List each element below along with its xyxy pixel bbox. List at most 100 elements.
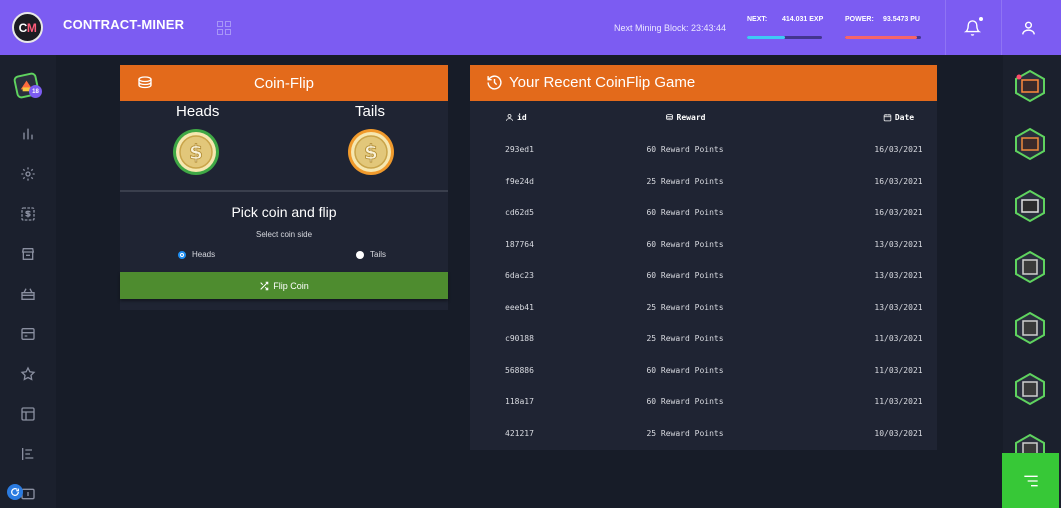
reward-cell: 60 Reward Points — [646, 145, 724, 155]
miner-item-icon[interactable] — [1013, 372, 1047, 406]
exp-progress-bar — [747, 36, 822, 39]
heads-radio[interactable]: Heads — [178, 250, 215, 259]
top-bar: CM CONTRACT-MINER Next Mining Block: 23:… — [0, 0, 1061, 55]
date-cell: 16/03/2021 — [874, 145, 923, 155]
column-header-reward: Reward — [580, 101, 790, 134]
bell-icon[interactable] — [964, 19, 981, 37]
game-id-cell: f9e24d — [505, 176, 534, 186]
table-row: 187764 60 Reward Points 13/03/2021 — [470, 229, 937, 261]
coin-flip-title: Coin-Flip — [253, 75, 314, 92]
column-header-id-label: id — [517, 113, 527, 122]
flip-coin-button[interactable]: Flip Coin — [120, 272, 448, 299]
reward-cell: 25 Reward Points — [646, 334, 724, 344]
tails-radio[interactable]: Tails — [356, 250, 386, 259]
reward-cell: 60 Reward Points — [646, 271, 724, 281]
star-icon[interactable] — [20, 366, 36, 382]
app-logo[interactable]: CM — [12, 12, 43, 43]
align-left-icon[interactable] — [20, 446, 36, 462]
right-sidebar — [1003, 55, 1061, 508]
apps-grid-icon[interactable] — [217, 21, 231, 35]
recent-games-table: id Reward Date 293ed1 60 Reward Points 16/… — [470, 101, 937, 449]
miner-item-icon[interactable] — [1013, 311, 1047, 345]
store-icon[interactable] — [20, 246, 36, 262]
tails-radio-label: Tails — [370, 250, 387, 259]
date-cell: 13/03/2021 — [874, 271, 923, 281]
next-exp-label: NEXT: — [747, 16, 768, 23]
select-side-subtitle: Select coin side — [255, 230, 313, 239]
recent-games-title: Your Recent CoinFlip Game — [509, 74, 696, 91]
game-id-cell: 421217 — [505, 428, 534, 438]
game-id-cell: 568886 — [505, 365, 534, 375]
logo-letter-m: M — [26, 20, 37, 35]
table-row: f9e24d 25 Reward Points 16/03/2021 — [470, 166, 937, 198]
power-label: POWER: — [845, 16, 874, 23]
miner-item-icon[interactable] — [1013, 250, 1047, 284]
miner-item-icon[interactable] — [1013, 69, 1047, 103]
date-cell: 11/03/2021 — [874, 365, 923, 375]
shuffle-icon — [260, 281, 269, 290]
recent-games-card: Your Recent CoinFlip Game id Reward Date… — [470, 65, 937, 450]
date-cell: 16/03/2021 — [874, 176, 923, 186]
logo-letter-c: C — [18, 20, 28, 35]
card-icon[interactable] — [20, 326, 36, 342]
reward-cell: 25 Reward Points — [646, 176, 724, 186]
table-row: 568886 60 Reward Points 11/03/2021 — [470, 355, 937, 387]
brand-name[interactable]: CONTRACT-MINER — [63, 17, 184, 32]
recent-games-header: Your Recent CoinFlip Game — [470, 65, 937, 101]
menu-toggle-button[interactable] — [1002, 453, 1059, 508]
history-icon — [487, 75, 502, 90]
topbar-divider — [945, 0, 946, 55]
game-id-cell: cd62d5 — [505, 208, 534, 218]
power-progress-bar — [845, 36, 921, 39]
tails-radio-dot[interactable] — [356, 250, 364, 259]
next-exp-value: 414.031 EXP — [782, 16, 824, 23]
svg-text:$: $ — [189, 140, 203, 164]
chart-bar-icon[interactable] — [20, 126, 36, 142]
game-id-cell: 293ed1 — [505, 145, 534, 155]
dollar-icon[interactable] — [20, 206, 36, 222]
topbar-divider — [1001, 0, 1002, 55]
date-cell: 13/03/2021 — [874, 302, 923, 312]
svg-text:$: $ — [364, 140, 378, 164]
left-sidebar: 18 — [0, 55, 56, 508]
layout-icon[interactable] — [20, 406, 36, 422]
column-header-id: id — [470, 101, 580, 134]
miner-item-icon[interactable] — [1013, 127, 1047, 161]
coin-flip-card: Coin-Flip Heads Tails $ $ Pick coin and … — [120, 65, 448, 310]
table-row: 293ed1 60 Reward Points 16/03/2021 — [470, 134, 937, 166]
refresh-icon — [11, 488, 19, 496]
heads-radio-label: Heads — [192, 250, 216, 259]
reward-cell: 25 Reward Points — [646, 302, 724, 312]
user-icon[interactable] — [1020, 19, 1037, 37]
settings-icon[interactable] — [20, 166, 36, 182]
heads-label: Heads — [176, 103, 220, 120]
table-row: cd62d5 60 Reward Points 16/03/2021 — [470, 197, 937, 229]
shop-icon[interactable] — [20, 286, 36, 302]
divider — [120, 190, 448, 192]
date-cell: 13/03/2021 — [874, 239, 923, 249]
date-cell: 10/03/2021 — [874, 428, 923, 438]
table-row: 6dac23 60 Reward Points 13/03/2021 — [470, 260, 937, 292]
tails-coin-icon[interactable]: $ — [347, 128, 395, 176]
date-cell: 11/03/2021 — [874, 334, 923, 344]
game-id-cell: c90188 — [505, 334, 534, 344]
miner-item-icon[interactable] — [1013, 189, 1047, 223]
power-value: 93.5473 PU — [883, 16, 920, 23]
table-row: 421217 25 Reward Points 10/03/2021 — [470, 418, 937, 450]
date-cell: 16/03/2021 — [874, 208, 923, 218]
table-row: c90188 25 Reward Points 11/03/2021 — [470, 323, 937, 355]
coin-flip-header: Coin-Flip — [120, 65, 448, 101]
table-row: 118a17 60 Reward Points 11/03/2021 — [470, 386, 937, 418]
notification-dot — [979, 17, 983, 21]
heads-coin-icon[interactable]: $ — [172, 128, 220, 176]
user-icon — [506, 114, 513, 121]
exp-progress-fill — [747, 36, 785, 39]
column-header-reward-label: Reward — [676, 113, 706, 122]
pick-coin-title: Pick coin and flip — [231, 204, 337, 220]
support-chat-button[interactable] — [7, 484, 23, 500]
column-header-date: Date — [790, 101, 937, 134]
reward-cell: 25 Reward Points — [646, 428, 724, 438]
table-header-row: id Reward Date — [470, 101, 937, 134]
reward-cell: 60 Reward Points — [646, 365, 724, 375]
heads-radio-dot[interactable] — [178, 250, 186, 259]
